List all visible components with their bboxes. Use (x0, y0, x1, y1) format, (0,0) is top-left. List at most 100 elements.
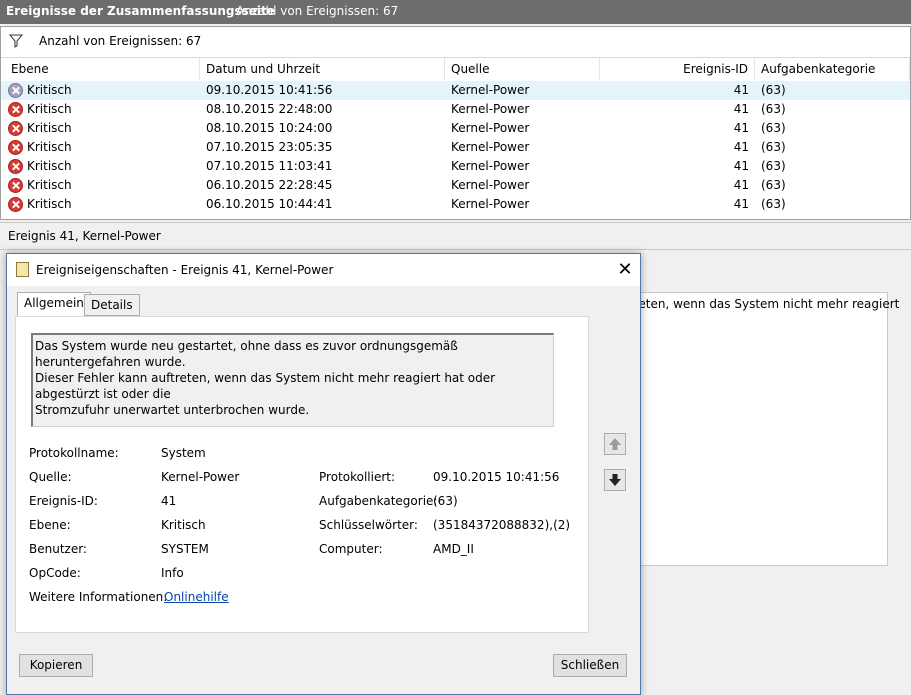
table-row[interactable]: Kritisch 07.10.2015 11:03:41 Kernel-Powe… (1, 157, 910, 176)
close-button[interactable]: Schließen (553, 654, 627, 677)
event-description[interactable]: Das System wurde neu gestartet, ohne das… (31, 333, 554, 427)
dialog-titlebar[interactable]: Ereigniseigenschaften - Ereignis 41, Ker… (7, 254, 640, 286)
next-event-button[interactable] (604, 469, 626, 491)
table-row[interactable]: Kritisch 08.10.2015 10:24:00 Kernel-Powe… (1, 119, 910, 138)
datetime-cell: 07.10.2015 23:05:35 (206, 140, 333, 154)
table-row[interactable]: Kritisch 06.10.2015 10:44:41 Kernel-Powe… (1, 195, 910, 214)
log-name-value: System (161, 446, 206, 460)
event-count-header: Anzahl von Ereignissen: 67 (236, 4, 399, 18)
tab-allgemein[interactable]: Allgemein (17, 292, 91, 317)
source-value: Kernel-Power (161, 470, 240, 484)
category-cell: (63) (761, 102, 786, 116)
arrow-up-icon (609, 438, 621, 450)
error-icon (8, 178, 23, 193)
keywords-label: Schlüsselwörter: (319, 518, 418, 532)
computer-label: Computer: (319, 542, 383, 556)
table-row[interactable]: Kritisch 07.10.2015 23:05:35 Kernel-Powe… (1, 138, 910, 157)
dialog-title: Ereigniseigenschaften - Ereignis 41, Ker… (36, 263, 334, 277)
datetime-cell: 06.10.2015 22:28:45 (206, 178, 333, 192)
level-cell: Kritisch (27, 159, 72, 173)
tab-details[interactable]: Details (84, 294, 140, 316)
error-icon (8, 197, 23, 212)
source-cell: Kernel-Power (451, 197, 530, 211)
event-id-cell: 41 (733, 83, 749, 97)
source-cell: Kernel-Power (451, 102, 530, 116)
datetime-cell: 08.10.2015 10:24:00 (206, 121, 333, 135)
event-detail-title: Ereignis 41, Kernel-Power (8, 229, 161, 243)
source-cell: Kernel-Power (451, 140, 530, 154)
arrow-down-icon (609, 474, 621, 486)
general-tab-panel: Das System wurde neu gestartet, ohne das… (15, 316, 589, 633)
column-header-datetime[interactable]: Datum und Uhrzeit (200, 58, 445, 80)
logged-label: Protokolliert: (319, 470, 396, 484)
source-cell: Kernel-Power (451, 159, 530, 173)
error-icon (8, 159, 23, 174)
computer-value: AMD_II (433, 542, 474, 556)
logged-value: 09.10.2015 10:41:56 (433, 470, 560, 484)
column-header-source[interactable]: Quelle (445, 58, 600, 80)
datetime-cell: 07.10.2015 11:03:41 (206, 159, 333, 173)
summary-title: Ereignisse der Zusammenfassungsseite (6, 4, 275, 18)
source-cell: Kernel-Power (451, 83, 530, 97)
category-cell: (63) (761, 178, 786, 192)
source-cell: Kernel-Power (451, 178, 530, 192)
event-id-cell: 41 (733, 140, 749, 154)
task-category-label: Aufgabenkategorie: (319, 494, 438, 508)
column-header-category[interactable]: Aufgabenkategorie (755, 58, 910, 80)
category-cell: (63) (761, 197, 786, 211)
event-id-cell: 41 (733, 178, 749, 192)
user-label: Benutzer: (29, 542, 87, 556)
description-line: Dieser Fehler kann auftreten, wenn das S… (35, 371, 496, 401)
previous-event-button[interactable] (604, 433, 626, 455)
user-value: SYSTEM (161, 542, 209, 556)
description-line: Stromzufuhr unerwartet unterbrochen wurd… (35, 403, 310, 417)
event-list-panel: Anzahl von Ereignissen: 67 Ebene Datum u… (0, 26, 911, 220)
category-cell: (63) (761, 121, 786, 135)
copy-button[interactable]: Kopieren (19, 654, 93, 677)
level-cell: Kritisch (27, 121, 72, 135)
table-row[interactable]: Kritisch 08.10.2015 22:48:00 Kernel-Powe… (1, 100, 910, 119)
filter-count-text: Anzahl von Ereignissen: 67 (39, 34, 202, 48)
category-cell: (63) (761, 159, 786, 173)
level-label: Ebene: (29, 518, 71, 532)
event-id-cell: 41 (733, 121, 749, 135)
event-properties-dialog: Ereigniseigenschaften - Ereignis 41, Ker… (6, 253, 641, 695)
column-header-level[interactable]: Ebene (5, 58, 200, 80)
task-category-value: (63) (433, 494, 458, 508)
datetime-cell: 06.10.2015 10:44:41 (206, 197, 333, 211)
level-cell: Kritisch (27, 178, 72, 192)
summary-header: Ereignisse der Zusammenfassungsseite Anz… (0, 0, 911, 24)
level-cell: Kritisch (27, 102, 72, 116)
level-cell: Kritisch (27, 140, 72, 154)
event-id-value: 41 (161, 494, 177, 508)
error-icon (8, 102, 23, 117)
more-info-label: Weitere Informationen: (29, 590, 168, 604)
level-cell: Kritisch (27, 197, 72, 211)
event-id-cell: 41 (733, 102, 749, 116)
source-label: Quelle: (29, 470, 72, 484)
online-help-link[interactable]: Onlinehilfe (164, 590, 229, 604)
error-icon (8, 121, 23, 136)
category-cell: (63) (761, 83, 786, 97)
close-icon[interactable]: ✕ (613, 258, 637, 282)
table-header: Ebene Datum und Uhrzeit Quelle Ereignis-… (1, 58, 910, 80)
source-cell: Kernel-Power (451, 121, 530, 135)
error-icon (8, 83, 23, 98)
event-preview-text: ftreten, wenn das System nicht mehr reag… (625, 297, 900, 311)
column-header-event-id[interactable]: Ereignis-ID (600, 58, 755, 80)
log-name-label: Protokollname: (29, 446, 119, 460)
keywords-value: (35184372088832),(2) (433, 518, 571, 532)
filter-bar: Anzahl von Ereignissen: 67 (1, 27, 910, 58)
opcode-label: OpCode: (29, 566, 81, 580)
filter-icon[interactable] (9, 34, 23, 48)
datetime-cell: 08.10.2015 22:48:00 (206, 102, 333, 116)
opcode-value: Info (161, 566, 184, 580)
level-cell: Kritisch (27, 83, 72, 97)
event-id-cell: 41 (733, 197, 749, 211)
event-id-cell: 41 (733, 159, 749, 173)
level-value: Kritisch (161, 518, 206, 532)
event-viewer-icon (16, 262, 29, 277)
datetime-cell: 09.10.2015 10:41:56 (206, 83, 333, 97)
table-row[interactable]: Kritisch 06.10.2015 22:28:45 Kernel-Powe… (1, 176, 910, 195)
table-row[interactable]: Kritisch 09.10.2015 10:41:56 Kernel-Powe… (1, 81, 910, 100)
